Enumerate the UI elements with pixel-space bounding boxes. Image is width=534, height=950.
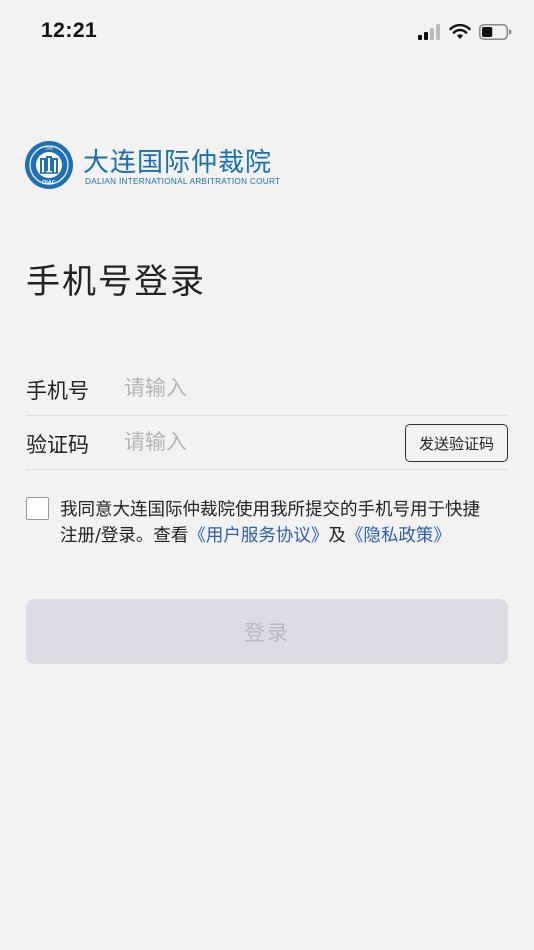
svg-text:DIAC: DIAC [42,180,55,186]
status-bar: 12:21 [0,0,534,64]
login-button[interactable]: 登录 [26,599,508,664]
wifi-icon [449,24,471,39]
phone-input[interactable] [124,372,384,404]
svg-text:1986: 1986 [45,147,53,151]
code-label: 验证码 [26,433,89,457]
agreement-checkbox[interactable] [26,497,49,520]
signal-icon [418,24,440,40]
battery-icon [479,24,512,40]
send-code-button[interactable]: 发送验证码 [405,424,508,462]
privacy-link[interactable]: 《隐私政策》 [346,526,451,546]
diac-emblem-icon: DIAC 1986 [25,141,73,189]
logo-name-cn: 大连国际仲裁院 [83,148,273,178]
logo-name-en: DALIAN INTERNATIONAL ARBITRATION COURT [85,177,281,186]
status-icons [417,22,512,42]
logo: DIAC 1986 大连国际仲裁院 DALIAN INTERNATIONAL A… [24,140,284,194]
phone-row: 手机号 [26,362,508,416]
agreement-and: 及 [328,526,346,546]
code-input[interactable] [124,426,324,458]
code-row: 验证码 发送验证码 [26,416,508,470]
status-time: 12:21 [41,19,98,42]
agreement-text: 我同意大连国际仲裁院使用我所提交的手机号用于快捷注册/登录。查看《用户服务协议》… [60,497,490,549]
terms-link[interactable]: 《用户服务协议》 [188,526,328,546]
page-title: 手机号登录 [26,262,206,302]
phone-label: 手机号 [26,379,89,403]
